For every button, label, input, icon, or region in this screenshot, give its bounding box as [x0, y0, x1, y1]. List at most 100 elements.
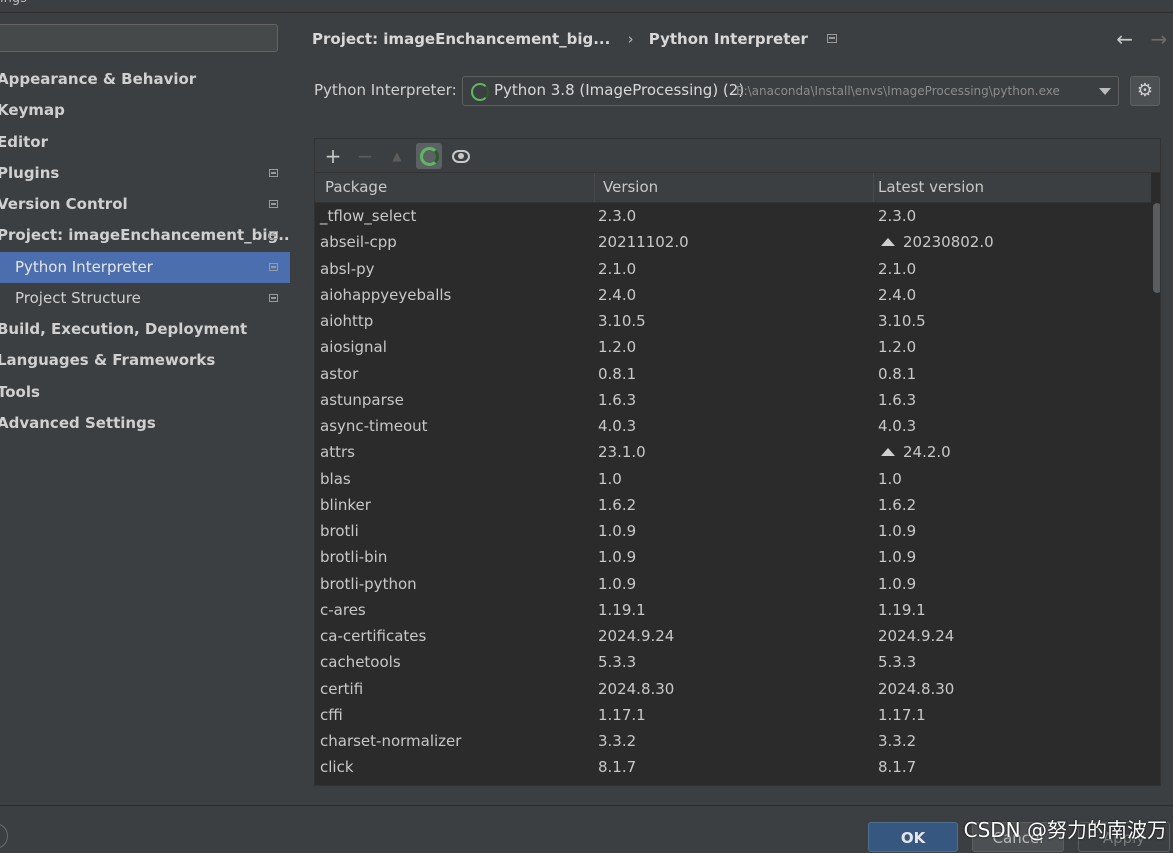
latest-version-text: 2024.8.30 [878, 679, 955, 698]
sidebar-item-label: Appearance & Behavior [0, 70, 197, 88]
show-early-releases-button[interactable] [448, 143, 474, 169]
column-header-package[interactable]: Package [315, 173, 595, 202]
interpreter-settings-button[interactable]: ⚙ [1130, 76, 1160, 106]
table-row[interactable]: blas 1.0 1.0 [315, 466, 1151, 492]
latest-version-text: 20230802.0 [903, 233, 994, 252]
latest-version-cell: 1.17.1 [878, 702, 926, 728]
latest-version-cell: 3.3.2 [878, 728, 916, 754]
latest-version-text: 2.4.0 [878, 285, 917, 304]
help-button[interactable] [0, 823, 8, 849]
sidebar-item-label: Python Interpreter [15, 258, 153, 276]
package-version-cell: 5.3.3 [598, 653, 637, 672]
chevron-down-icon[interactable] [1099, 88, 1111, 95]
table-row[interactable]: astunparse 1.6.3 1.6.3 [315, 387, 1151, 413]
settings-search-input[interactable] [0, 24, 278, 52]
window-title: ings [0, 0, 27, 6]
package-version-cell: 0.8.1 [598, 364, 637, 383]
package-name-cell: blinker [320, 495, 371, 514]
upgrade-package-button[interactable]: ▲ [384, 143, 410, 169]
latest-version-text: 4.0.3 [878, 417, 917, 435]
latest-version-cell: 1.6.3 [878, 387, 916, 413]
scrollbar-thumb[interactable] [1153, 203, 1160, 293]
table-row[interactable]: aiohappyeyeballs 2.4.0 2.4.0 [315, 282, 1151, 308]
sidebar-item-plugins[interactable]: Plugins [0, 158, 290, 189]
package-version-cell: 1.6.3 [598, 390, 637, 409]
table-row[interactable]: astor 0.8.1 0.8.1 [315, 361, 1151, 387]
table-row[interactable]: aiohttp 3.10.5 3.10.5 [315, 308, 1151, 334]
breadcrumb: Project: imageEnchancement_big... › Pyth… [312, 29, 838, 51]
table-row[interactable]: brotli 1.0.9 1.0.9 [315, 518, 1151, 544]
sidebar-item-python-interpreter[interactable]: Python Interpreter [0, 252, 290, 283]
table-body: _tflow_select 2.3.0 2.3.0 abseil-cpp 2021110… [315, 203, 1151, 785]
table-row[interactable]: abseil-cpp 20211102.0 20230802.0 [315, 229, 1151, 255]
sidebar-item-tools[interactable]: Tools [0, 377, 290, 408]
latest-version-text: 2024.9.24 [878, 627, 955, 645]
table-row[interactable]: async-timeout 4.0.3 4.0.3 [315, 413, 1151, 439]
package-name-cell: brotli-bin [320, 548, 388, 567]
sidebar-item-project-structure[interactable]: Project Structure [0, 283, 290, 314]
latest-version-text: 3.3.2 [878, 732, 917, 750]
table-row[interactable]: brotli-python 1.0.9 1.0.9 [315, 571, 1151, 597]
package-name-cell: abseil-cpp [320, 233, 397, 252]
table-row[interactable]: cachetools 5.3.3 5.3.3 [315, 649, 1151, 675]
latest-version-cell: 1.0.9 [878, 544, 916, 570]
latest-version-text: 1.0.9 [878, 548, 917, 567]
latest-version-text: 1.2.0 [878, 338, 917, 357]
package-version-cell: 1.0.9 [598, 522, 637, 540]
sidebar-item-label: Version Control [0, 195, 128, 213]
table-row[interactable]: ca-certificates 2024.9.24 2024.9.24 [315, 623, 1151, 649]
upgrade-available-icon[interactable] [881, 238, 895, 247]
package-version-cell: 20211102.0 [598, 233, 689, 252]
latest-version-text: 5.3.3 [878, 653, 917, 672]
uninstall-package-button[interactable]: − [352, 143, 378, 169]
table-row[interactable]: certifi 2024.8.30 2024.8.30 [315, 676, 1151, 702]
latest-version-text: 1.6.2 [878, 495, 917, 514]
loading-spinner-icon [471, 83, 489, 101]
sidebar-item-keymap[interactable]: Keymap [0, 95, 290, 126]
sidebar-item-advanced-settings[interactable]: Advanced Settings [0, 408, 290, 439]
packages-toolbar: + − ▲ [315, 139, 1160, 173]
sidebar-item-languages-frameworks[interactable]: Languages & Frameworks [0, 345, 290, 376]
table-row[interactable]: absl-py 2.1.0 2.1.0 [315, 256, 1151, 282]
table-row[interactable]: brotli-bin 1.0.9 1.0.9 [315, 544, 1151, 570]
latest-version-cell: 2024.8.30 [878, 676, 954, 702]
sidebar-item-version-control[interactable]: Version Control [0, 189, 290, 220]
package-name-cell: attrs [320, 443, 355, 462]
sidebar-item-label: Build, Execution, Deployment [0, 320, 248, 338]
package-name-cell: click [320, 758, 354, 777]
table-row[interactable]: click 8.1.7 8.1.7 [315, 754, 1151, 780]
table-row[interactable]: _tflow_select 2.3.0 2.3.0 [315, 203, 1151, 229]
table-scrollbar[interactable] [1151, 173, 1160, 785]
refresh-packages-button[interactable] [416, 143, 442, 169]
upgrade-available-icon[interactable] [881, 448, 895, 457]
latest-version-text: 1.0 [878, 469, 902, 488]
sidebar-item-label: Project Structure [15, 289, 141, 307]
sidebar-item-project[interactable]: Project: imageEnchancement_big... [0, 220, 290, 251]
latest-version-text: 24.2.0 [903, 443, 951, 462]
sidebar-item-label: Editor [0, 133, 48, 151]
sidebar-item-appearance-behavior[interactable]: Appearance & Behavior [0, 64, 290, 95]
back-arrow-icon[interactable]: ← [1111, 27, 1139, 51]
table-row[interactable]: aiosignal 1.2.0 1.2.0 [315, 334, 1151, 360]
column-header-version[interactable]: Version [595, 173, 874, 202]
latest-version-text: 8.1.7 [878, 758, 917, 777]
package-name-cell: astor [320, 364, 359, 383]
install-package-button[interactable]: + [320, 143, 346, 169]
package-name-cell: cachetools [320, 653, 401, 672]
column-header-latest-version[interactable]: Latest version [874, 173, 1151, 202]
breadcrumb-project[interactable]: Project: imageEnchancement_big... [312, 30, 610, 48]
table-row[interactable]: charset-normalizer 3.3.2 3.3.2 [315, 728, 1151, 754]
interpreter-select[interactable]: Python 3.8 (ImageProcessing) (2) E:\anac… [462, 76, 1119, 106]
latest-version-cell: 4.0.3 [878, 413, 916, 439]
package-name-cell: absl-py [320, 259, 375, 278]
interpreter-name: Python 3.8 (ImageProcessing) (2) [494, 81, 745, 99]
table-row[interactable]: cffi 1.17.1 1.17.1 [315, 702, 1151, 728]
package-name-cell: brotli [320, 522, 359, 540]
sidebar-item-build-execution-deployment[interactable]: Build, Execution, Deployment [0, 314, 290, 345]
table-row[interactable]: c-ares 1.19.1 1.19.1 [315, 597, 1151, 623]
table-row[interactable]: attrs 23.1.0 24.2.0 [315, 439, 1151, 465]
package-name-cell: charset-normalizer [320, 732, 462, 750]
forward-arrow-icon[interactable]: → [1145, 27, 1173, 51]
table-row[interactable]: blinker 1.6.2 1.6.2 [315, 492, 1151, 518]
sidebar-item-editor[interactable]: Editor [0, 127, 290, 158]
